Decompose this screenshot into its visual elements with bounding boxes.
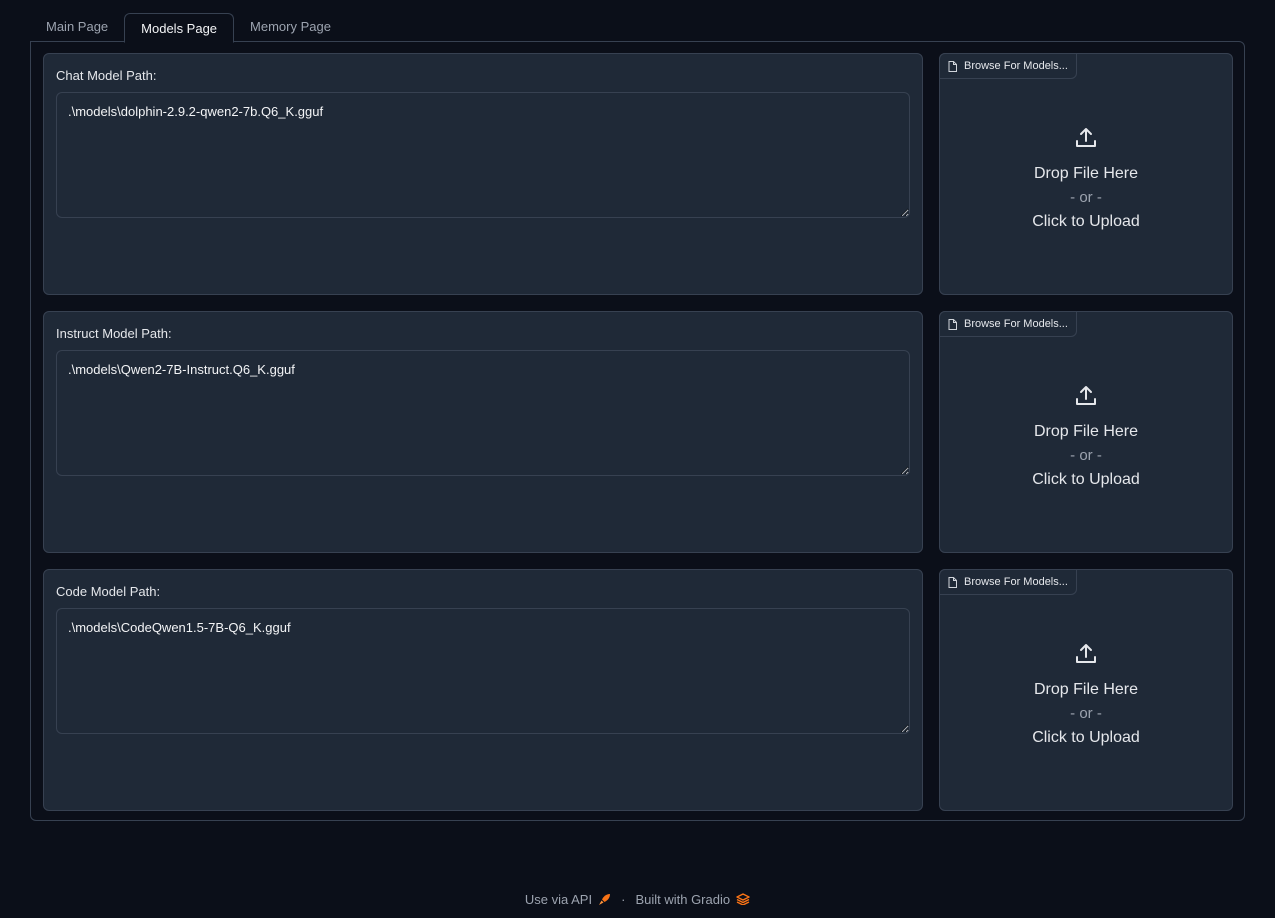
chat-model-path-input[interactable]: [56, 92, 910, 218]
upload-label-text: Browse For Models...: [964, 318, 1068, 330]
footer: Use via API · Built with Gradio: [0, 889, 1275, 909]
upload-label: Browse For Models...: [939, 311, 1077, 337]
chat-model-row: Chat Model Path: Browse For Models... Dr…: [43, 53, 1233, 295]
upload-icon: [1076, 644, 1096, 663]
instruct-model-upload[interactable]: Browse For Models... Drop File Here - or…: [939, 311, 1233, 553]
upload-dropzone: Drop File Here - or - Click to Upload: [940, 126, 1232, 234]
footer-separator: ·: [621, 891, 626, 907]
use-via-api-text: Use via API: [524, 891, 593, 907]
drop-file-text: Drop File Here: [1033, 165, 1139, 182]
tab-models-page[interactable]: Models Page: [124, 13, 235, 43]
tab-bar: Main Page Models Page Memory Page: [30, 12, 1245, 43]
drop-file-text: Drop File Here: [1033, 681, 1139, 698]
chat-model-upload[interactable]: Browse For Models... Drop File Here - or…: [939, 53, 1233, 295]
tab-main-page[interactable]: Main Page: [30, 12, 124, 42]
instruct-model-row: Instruct Model Path: Browse For Models..…: [43, 311, 1233, 553]
code-model-path-input[interactable]: [56, 608, 910, 734]
click-to-upload-text: Click to Upload: [1032, 471, 1140, 488]
or-text: - or -: [1070, 447, 1102, 464]
gradio-logo-icon: [736, 893, 750, 905]
click-to-upload-text: Click to Upload: [1032, 729, 1140, 746]
built-with-gradio-text: Built with Gradio: [635, 891, 731, 907]
file-icon: [948, 576, 957, 588]
instruct-model-field: Instruct Model Path:: [43, 311, 923, 553]
upload-dropzone: Drop File Here - or - Click to Upload: [940, 642, 1232, 750]
chat-model-field: Chat Model Path:: [43, 53, 923, 295]
upload-dropzone: Drop File Here - or - Click to Upload: [940, 384, 1232, 492]
instruct-model-path-input[interactable]: [56, 350, 910, 476]
upload-label: Browse For Models...: [939, 53, 1077, 79]
instruct-model-label: Instruct Model Path:: [56, 326, 172, 341]
drop-file-text: Drop File Here: [1033, 423, 1139, 440]
or-text: - or -: [1070, 189, 1102, 206]
code-model-upload[interactable]: Browse For Models... Drop File Here - or…: [939, 569, 1233, 811]
rocket-icon: [599, 893, 611, 905]
code-model-label: Code Model Path:: [56, 584, 161, 599]
upload-label: Browse For Models...: [939, 569, 1077, 595]
upload-icon: [1076, 386, 1096, 405]
upload-icon: [1076, 128, 1096, 147]
or-text: - or -: [1070, 705, 1102, 722]
file-icon: [948, 318, 957, 330]
code-model-row: Code Model Path: Browse For Models... Dr…: [43, 569, 1233, 811]
click-to-upload-text: Click to Upload: [1032, 213, 1140, 230]
code-model-field: Code Model Path:: [43, 569, 923, 811]
built-with-gradio-link[interactable]: Built with Gradio: [635, 892, 750, 907]
upload-label-text: Browse For Models...: [964, 60, 1068, 72]
file-icon: [948, 60, 957, 72]
use-via-api-link[interactable]: Use via API: [525, 892, 611, 907]
chat-model-label: Chat Model Path:: [56, 68, 157, 83]
models-tab-panel: Chat Model Path: Browse For Models... Dr…: [30, 41, 1245, 821]
tab-memory-page[interactable]: Memory Page: [234, 12, 347, 42]
upload-label-text: Browse For Models...: [964, 576, 1068, 588]
